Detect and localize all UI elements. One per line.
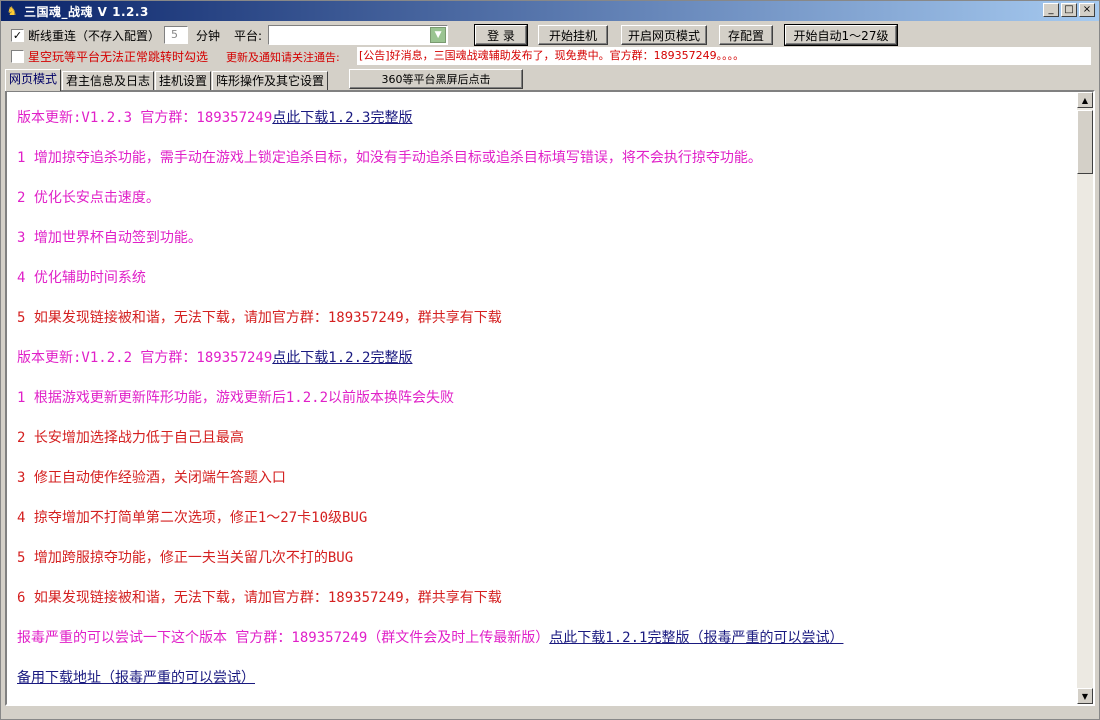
list-item: 1 根据游戏更新更新阵形功能，游戏更新后1.2.2以前版本换阵会失败: [17, 390, 454, 406]
version-header: 版本更新:V1.2.3 官方群：189357249点此下载1.2.3完整版: [17, 98, 1067, 138]
chevron-down-icon[interactable]: ▼: [430, 27, 447, 43]
list-item: 5 增加跨服掠夺功能，修正一夫当关留几次不打的BUG: [17, 550, 354, 566]
list-item: 1 增加掠夺追杀功能，需手动在游戏上锁定追杀目标，如没有手动追杀目标或追杀目标填…: [17, 150, 762, 166]
tab-bar: 网页模式 君主信息及日志 挂机设置 阵形操作及其它设置: [5, 69, 329, 91]
vertical-scrollbar[interactable]: ▲ ▼: [1077, 92, 1093, 704]
auto-level-button[interactable]: 开始自动1～27级: [784, 24, 898, 46]
scroll-thumb[interactable]: [1077, 110, 1093, 174]
start-hangup-button[interactable]: 开始挂机: [538, 25, 608, 45]
web-mode-button[interactable]: 开启网页模式: [621, 25, 707, 45]
save-config-button[interactable]: 存配置: [719, 25, 773, 45]
update-notice-label: 更新及通知请关注通告:: [226, 50, 340, 64]
v123-header: 版本更新:V1.2.3 官方群：189357249: [17, 110, 273, 126]
tab-hangup-settings[interactable]: 挂机设置: [155, 71, 212, 91]
v121-line: 报毒严重的可以尝试一下这个版本 官方群：189357249（群文件会及时上传最新…: [17, 618, 1067, 658]
platform-label: 平台:: [234, 28, 263, 43]
list-item: 3 修正自动使作经验酒，关闭端午答题入口: [17, 470, 286, 486]
v122-header: 版本更新:V1.2.2 官方群：189357249: [17, 350, 273, 366]
tab-lord-info[interactable]: 君主信息及日志: [62, 71, 155, 91]
list-item: 2 长安增加选择战力低于自己且最高: [17, 430, 244, 446]
list-item: 6 如果发现链接被和谐，无法下载，请加官方群：189357249，群共享有下载: [17, 590, 502, 606]
reconnect-label: 断线重连（不存入配置）: [28, 28, 161, 43]
xingkong-checkbox[interactable]: [11, 50, 24, 63]
minutes-input[interactable]: 5: [164, 26, 189, 44]
window-title: 三国魂_战魂 V 1.2.3: [24, 4, 149, 19]
list-item: 3 增加世界杯自动签到功能。: [17, 230, 202, 246]
reconnect-checkbox[interactable]: ✓: [11, 28, 24, 42]
download-v123-link[interactable]: 点此下载1.2.3完整版: [272, 110, 412, 126]
close-button[interactable]: ×: [1079, 3, 1095, 17]
backup-download-link[interactable]: 备用下载地址（报毒严重的可以尝试）: [17, 670, 255, 686]
xingkong-label: 星空玩等平台无法正常跳转时勾选: [28, 50, 209, 64]
main-window: ♞ 三国魂_战魂 V 1.2.3 _ □ × ✓ 断线重连（不存入配置） 5 分…: [0, 0, 1100, 720]
list-item: 5 如果发现链接被和谐，无法下载，请加官方群：189357249，群共享有下载: [17, 310, 502, 326]
download-v122-link[interactable]: 点此下载1.2.2完整版: [272, 350, 412, 366]
download-v121-link[interactable]: 点此下载1.2.1完整版（报毒严重的可以尝试）: [549, 630, 843, 646]
notice-text: [公告]好消息，三国魂战魂辅助发布了，现免费中。官方群：189357249。。。…: [357, 47, 1091, 65]
login-button[interactable]: 登 录: [474, 24, 528, 46]
web-content-panel[interactable]: 版本更新:V1.2.3 官方群：189357249点此下载1.2.3完整版 1 …: [5, 90, 1095, 706]
list-item: 2 优化长安点击速度。: [17, 190, 160, 206]
toolbar-row2: 星空玩等平台无法正常跳转时勾选 更新及通知请关注通告:: [11, 48, 340, 65]
scroll-down-icon[interactable]: ▼: [1077, 688, 1093, 704]
maximize-button[interactable]: □: [1061, 3, 1077, 17]
list-item: 4 优化辅助时间系统: [17, 270, 146, 286]
tab-formation-settings[interactable]: 阵形操作及其它设置: [212, 71, 329, 91]
blackscreen-fix-button[interactable]: 360等平台黑屏后点击: [349, 69, 523, 89]
title-bar[interactable]: ♞ 三国魂_战魂 V 1.2.3 _ □ ×: [1, 1, 1099, 21]
tab-web-mode[interactable]: 网页模式: [5, 69, 62, 91]
minimize-button[interactable]: _: [1043, 3, 1059, 17]
backup-line: 备用下载地址（报毒严重的可以尝试）: [17, 658, 1067, 698]
scroll-up-icon[interactable]: ▲: [1077, 92, 1093, 108]
window-controls: _ □ ×: [1043, 3, 1095, 17]
minutes-label: 分钟: [196, 28, 221, 43]
v121-text: 报毒严重的可以尝试一下这个版本 官方群：189357249（群文件会及时上传最新…: [17, 630, 550, 646]
platform-select[interactable]: ▼: [268, 25, 449, 45]
update-notes: 版本更新:V1.2.3 官方群：189357249点此下载1.2.3完整版 1 …: [17, 98, 1067, 698]
toolbar-left: ✓ 断线重连（不存入配置） 5 分钟 平台: ▼: [11, 25, 449, 45]
version-header: 版本更新:V1.2.2 官方群：189357249点此下载1.2.2完整版: [17, 338, 1067, 378]
app-icon: ♞: [6, 4, 18, 18]
list-item: 4 掠夺增加不打简单第二次选项，修正1～27卡10级BUG: [17, 510, 368, 526]
